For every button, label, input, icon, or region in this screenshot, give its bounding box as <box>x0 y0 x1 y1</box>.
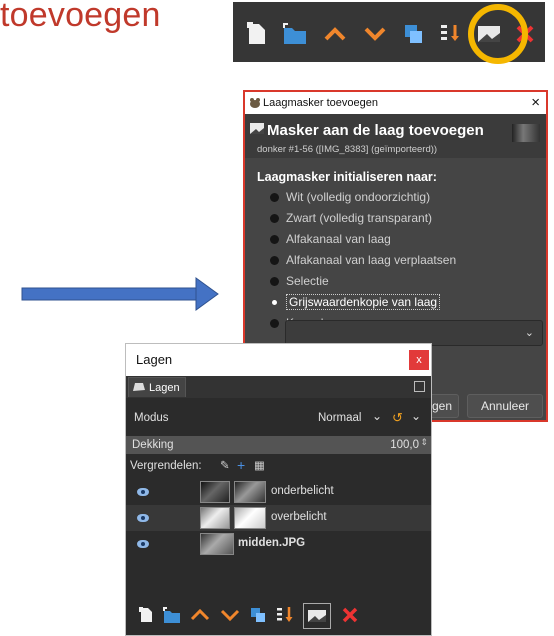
layers-close-button[interactable]: x <box>409 350 429 370</box>
delete-layer-icon[interactable] <box>340 605 360 625</box>
option-selection[interactable]: Selectie <box>270 272 329 290</box>
anchor-merge-layer-icon[interactable] <box>276 605 296 625</box>
eye-icon[interactable] <box>137 488 149 496</box>
init-mask-label: Laagmasker initialiseren naar: <box>257 170 437 184</box>
eye-icon[interactable] <box>137 540 149 548</box>
dialog-close-button[interactable]: × <box>531 94 540 111</box>
new-layer-icon[interactable] <box>243 20 271 48</box>
layer-mask-icon <box>250 123 264 134</box>
mask-thumbnail <box>234 507 266 529</box>
option-transfer-alpha[interactable]: Alfakanaal van laag verplaatsen <box>270 251 456 269</box>
option-black[interactable]: Zwart (volledig transparant) <box>270 209 432 227</box>
heading-text: toevoegen <box>0 0 161 34</box>
radio-button[interactable] <box>270 276 279 286</box>
radio-button[interactable] <box>270 192 279 202</box>
layer-thumbnail <box>200 507 230 529</box>
composite-mode-icon[interactable]: ↺ <box>392 410 403 426</box>
radio-button[interactable] <box>270 213 279 223</box>
radio-button[interactable] <box>270 255 279 265</box>
spinner-icon[interactable]: ⇕ <box>420 437 428 448</box>
dialog-titlebar: Laagmasker toevoegen × <box>245 92 546 114</box>
chevron-down-icon: ⌄ <box>372 409 383 423</box>
highlight-circle <box>468 4 528 64</box>
mode-label: Modus <box>134 412 169 424</box>
anchor-merge-layer-icon[interactable] <box>437 20 465 48</box>
option-layer-alpha[interactable]: Alfakanaal van laag <box>270 230 391 248</box>
lock-pixels-icon[interactable]: ✎ <box>220 458 230 472</box>
raise-layer-icon[interactable] <box>321 20 349 48</box>
mode-row: Modus Normaal ⌄ ↺ ⌄ <box>126 408 431 428</box>
layers-panel: Lagen x Lagen Modus Normaal ⌄ ↺ ⌄ Dekkin… <box>125 343 432 636</box>
eye-icon[interactable] <box>137 514 149 522</box>
duplicate-layer-icon[interactable] <box>248 605 268 625</box>
layer-thumbnail <box>200 533 234 555</box>
lower-layer-icon[interactable] <box>361 20 389 48</box>
layer-row[interactable]: overbelicht <box>126 505 431 531</box>
layer-row[interactable]: midden.JPG <box>126 531 431 557</box>
tab-menu-icon[interactable] <box>414 381 425 392</box>
radio-button[interactable] <box>270 234 279 244</box>
lock-label: Vergrendelen: <box>130 460 202 472</box>
option-white[interactable]: Wit (volledig ondoorzichtig) <box>270 188 430 206</box>
layer-thumbnail <box>200 481 230 503</box>
new-layer-group-icon[interactable] <box>162 605 182 625</box>
lower-layer-icon[interactable] <box>220 605 240 625</box>
layer-name: onderbelicht <box>271 485 334 497</box>
radio-button-selected[interactable] <box>272 299 277 305</box>
opacity-label: Dekking <box>132 439 174 451</box>
layers-titlebar: Lagen x <box>126 344 431 376</box>
layers-title: Lagen <box>136 352 173 367</box>
lock-alpha-icon[interactable]: ▦ <box>254 458 265 472</box>
dialog-header-title: Masker aan de laag toevoegen <box>267 122 484 139</box>
cancel-button[interactable]: Annuleer <box>467 394 543 418</box>
dialog-header: Masker aan de laag toevoegen donker #1-5… <box>245 114 546 158</box>
add-layer-mask-icon[interactable] <box>303 603 331 629</box>
dialog-title: Laagmasker toevoegen <box>263 97 378 109</box>
layers-tab-icon <box>133 383 145 391</box>
dialog-header-subtitle: donker #1-56 ([IMG_8383] (geïmporteerd)) <box>257 144 438 155</box>
lock-position-icon[interactable]: + <box>237 457 245 473</box>
layers-bottom-toolbar <box>126 595 431 635</box>
layer-name: midden.JPG <box>238 537 306 549</box>
layer-row[interactable]: onderbelicht <box>126 479 431 505</box>
mode-dropdown[interactable]: Normaal <box>318 412 361 424</box>
new-layer-group-icon[interactable] <box>281 20 309 48</box>
gimp-logo-icon <box>250 98 260 108</box>
layer-thumbnail <box>512 124 540 142</box>
opacity-row[interactable]: Dekking 100,0 ⇕ <box>126 436 431 454</box>
mask-thumbnail <box>234 481 266 503</box>
duplicate-layer-icon[interactable] <box>399 20 427 48</box>
tab-row: Lagen <box>126 376 431 398</box>
option-grayscale-copy[interactable]: Grijswaardenkopie van laag <box>270 293 441 311</box>
lock-row: Vergrendelen: ✎ + ▦ <box>126 457 431 475</box>
tab-layers[interactable]: Lagen <box>128 377 186 397</box>
radio-button[interactable] <box>270 318 279 328</box>
new-layer-icon[interactable] <box>136 605 156 625</box>
raise-layer-icon[interactable] <box>190 605 210 625</box>
layer-name: overbelicht <box>271 511 327 523</box>
arrow-right-icon <box>21 277 219 311</box>
opacity-value[interactable]: 100,0 <box>390 439 419 451</box>
chevron-down-icon: ⌄ <box>524 326 534 339</box>
chevron-down-icon: ⌄ <box>411 409 422 423</box>
